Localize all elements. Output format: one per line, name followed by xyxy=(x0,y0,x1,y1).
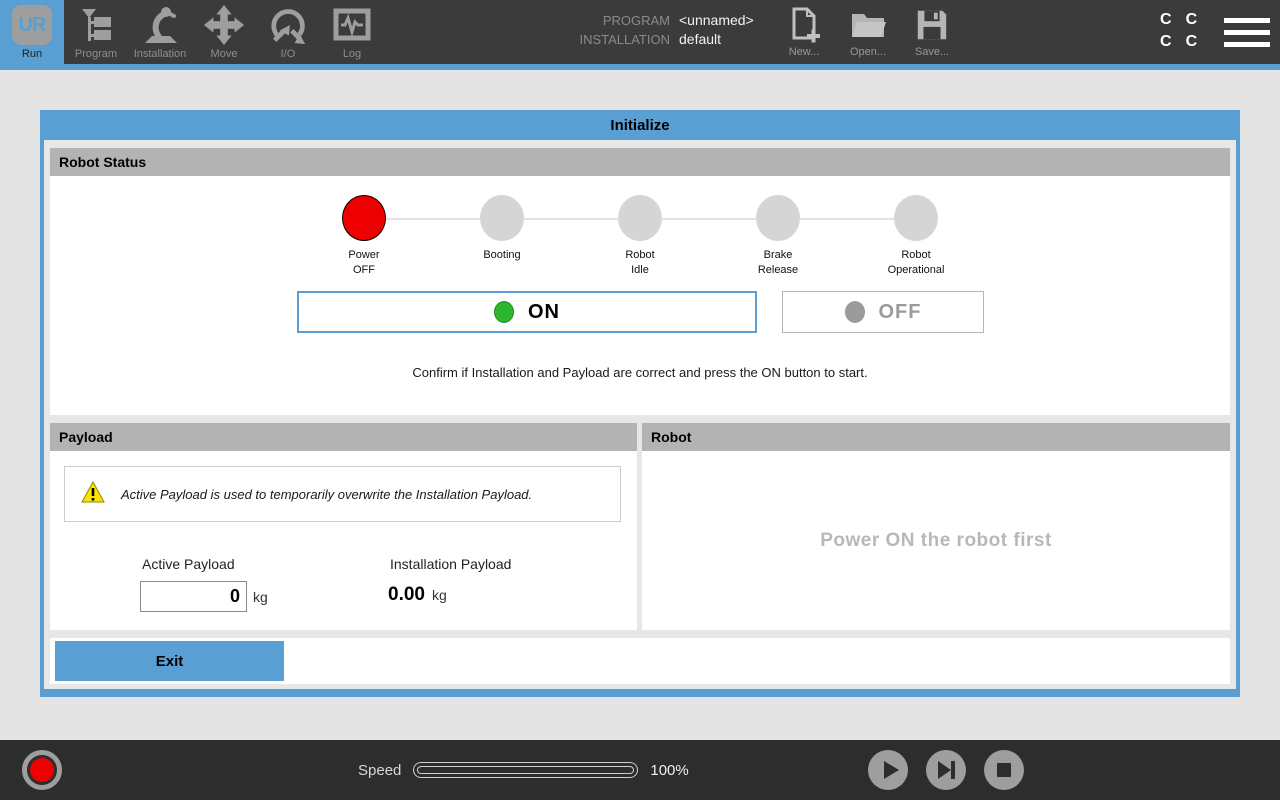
speed-slider-fill xyxy=(417,766,634,774)
payload-header: Payload xyxy=(50,423,637,451)
program-icon xyxy=(78,3,114,47)
cc-letter: C xyxy=(1160,34,1172,50)
stop-icon xyxy=(984,750,1024,790)
ur-logo-icon: UR xyxy=(12,5,52,45)
state-booting: Booting xyxy=(433,195,571,278)
robot-panel: Power ON the robot first xyxy=(642,451,1230,630)
tab-program-label: Program xyxy=(75,48,117,64)
green-status-dot-icon xyxy=(494,301,514,323)
file-buttons: New... Open... xyxy=(778,5,958,58)
bottom-bar: Speed 100% xyxy=(0,740,1280,800)
dialog-footer: Exit xyxy=(50,638,1230,684)
new-button-label: New... xyxy=(789,46,820,58)
tab-installation[interactable]: Installation xyxy=(128,0,192,64)
installation-label: INSTALLATION xyxy=(540,32,670,47)
tab-run[interactable]: UR Run xyxy=(0,0,64,64)
log-icon xyxy=(332,3,372,47)
topbar-accent-strip xyxy=(0,64,1280,70)
move-icon xyxy=(203,3,245,47)
installation-icon xyxy=(138,3,182,47)
io-icon xyxy=(267,3,309,47)
warning-triangle-icon xyxy=(81,481,105,508)
red-light-icon xyxy=(30,758,54,782)
tab-program[interactable]: Program xyxy=(64,0,128,64)
installation-name: default xyxy=(679,31,754,47)
program-label: PROGRAM xyxy=(540,13,670,28)
save-button[interactable]: Save... xyxy=(906,5,958,58)
power-status-light[interactable] xyxy=(22,750,62,790)
speed-control: Speed 100% xyxy=(358,740,689,800)
open-button[interactable]: Open... xyxy=(842,5,894,58)
booting-indicator xyxy=(480,195,524,241)
robot-idle-indicator xyxy=(618,195,662,241)
installation-payload-row: 0.00 kg xyxy=(388,584,447,606)
tab-move-label: Move xyxy=(211,48,238,64)
exit-button[interactable]: Exit xyxy=(55,641,284,681)
play-icon xyxy=(868,750,908,790)
speed-label: Speed xyxy=(358,762,401,779)
open-folder-icon xyxy=(849,5,887,45)
state-brake-release: BrakeRelease xyxy=(709,195,847,278)
robot-operational-indicator xyxy=(894,195,938,241)
save-button-label: Save... xyxy=(915,46,949,58)
robot-status-header: Robot Status xyxy=(50,148,1230,176)
tab-move[interactable]: Move xyxy=(192,0,256,64)
robot-header: Robot xyxy=(642,423,1230,451)
playback-controls xyxy=(868,750,1024,790)
power-on-label: ON xyxy=(528,301,560,324)
state-power-off: PowerOFF xyxy=(295,195,433,278)
tab-io[interactable]: I/O xyxy=(256,0,320,64)
play-button[interactable] xyxy=(868,750,908,790)
save-icon xyxy=(914,5,950,45)
tab-io-label: I/O xyxy=(281,48,296,64)
active-payload-row: kg xyxy=(140,581,268,612)
speed-slider[interactable] xyxy=(413,762,638,778)
dialog-title: Initialize xyxy=(40,110,1240,140)
robot-status-panel: PowerOFF Booting RobotIdle BrakeRelease xyxy=(50,176,1230,415)
program-name: <unnamed> xyxy=(679,12,754,28)
step-button[interactable] xyxy=(926,750,966,790)
cc-letter: C xyxy=(1186,12,1198,28)
tab-installation-label: Installation xyxy=(134,48,187,64)
power-off-button[interactable]: OFF xyxy=(782,291,984,333)
initialize-dialog: Initialize Robot Status PowerOFF Booting xyxy=(40,110,1240,697)
robot-state-flow: PowerOFF Booting RobotIdle BrakeRelease xyxy=(295,195,985,278)
instruction-text: Confirm if Installation and Payload are … xyxy=(50,365,1230,380)
installation-payload-unit: kg xyxy=(432,587,447,603)
robot-panel-message: Power ON the robot first xyxy=(820,530,1052,552)
installation-payload-value: 0.00 xyxy=(388,584,425,606)
active-payload-label: Active Payload xyxy=(142,556,235,572)
installation-payload-label: Installation Payload xyxy=(390,556,511,572)
program-info: PROGRAM <unnamed> INSTALLATION default xyxy=(540,12,754,47)
step-icon xyxy=(926,750,966,790)
open-button-label: Open... xyxy=(850,46,886,58)
power-off-label: OFF xyxy=(879,301,922,324)
new-file-icon xyxy=(787,5,821,45)
polyscope-screen: UR Run Program xyxy=(0,0,1280,800)
cc-letter: C xyxy=(1160,12,1172,28)
active-payload-unit: kg xyxy=(253,589,268,605)
power-off-indicator xyxy=(342,195,386,241)
tab-run-label: Run xyxy=(22,48,42,64)
payload-warning-text: Active Payload is used to temporarily ov… xyxy=(121,487,532,502)
cc-letter: C xyxy=(1186,34,1198,50)
new-button[interactable]: New... xyxy=(778,5,830,58)
active-payload-input[interactable] xyxy=(140,581,247,612)
power-on-button[interactable]: ON xyxy=(297,291,757,333)
payload-warning-box: Active Payload is used to temporarily ov… xyxy=(64,466,621,522)
cc-status-indicator: C C C C xyxy=(1160,12,1197,50)
state-robot-idle: RobotIdle xyxy=(571,195,709,278)
gray-status-dot-icon xyxy=(845,301,865,323)
tab-log-label: Log xyxy=(343,48,361,64)
speed-value: 100% xyxy=(650,762,688,779)
tab-log[interactable]: Log xyxy=(320,0,384,64)
payload-panel: Active Payload is used to temporarily ov… xyxy=(50,451,637,630)
main-tabs: UR Run Program xyxy=(0,0,384,64)
hamburger-menu-icon[interactable] xyxy=(1224,18,1270,54)
dialog-body: Robot Status PowerOFF Booting RobotIdle xyxy=(44,140,1236,689)
state-robot-operational: RobotOperational xyxy=(847,195,985,278)
stop-button[interactable] xyxy=(984,750,1024,790)
top-bar: UR Run Program xyxy=(0,0,1280,64)
brake-release-indicator xyxy=(756,195,800,241)
